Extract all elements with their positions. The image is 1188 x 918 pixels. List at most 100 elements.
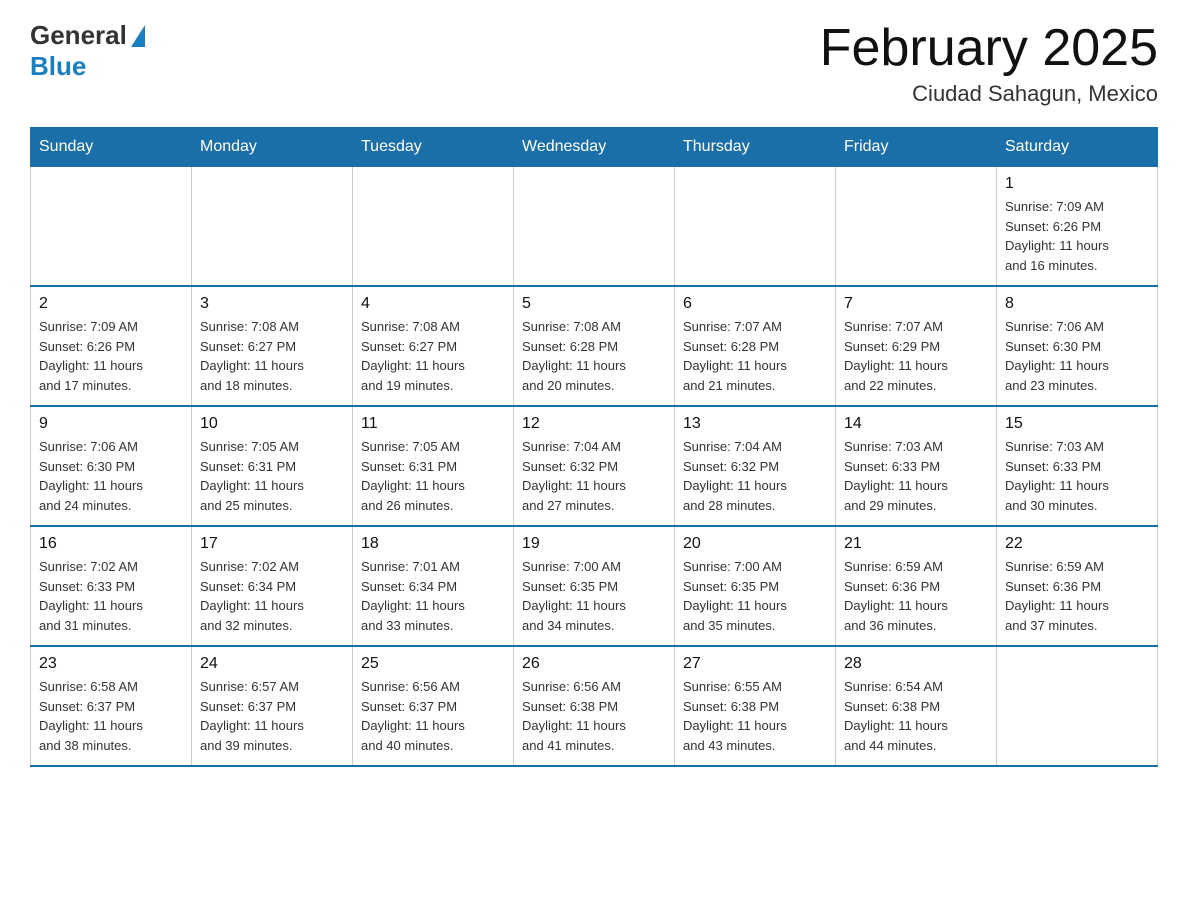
day-info: Sunrise: 7:01 AM Sunset: 6:34 PM Dayligh… xyxy=(361,557,505,635)
day-info: Sunrise: 6:59 AM Sunset: 6:36 PM Dayligh… xyxy=(1005,557,1149,635)
calendar-cell: 11 Sunrise: 7:05 AM Sunset: 6:31 PM Dayli… xyxy=(353,406,514,526)
day-number: 24 xyxy=(200,655,344,673)
day-info: Sunrise: 7:02 AM Sunset: 6:33 PM Dayligh… xyxy=(39,557,183,635)
calendar-cell: 24 Sunrise: 6:57 AM Sunset: 6:37 PM Dayli… xyxy=(192,646,353,766)
calendar-cell: 20 Sunrise: 7:00 AM Sunset: 6:35 PM Dayli… xyxy=(675,526,836,646)
calendar-cell: 13 Sunrise: 7:04 AM Sunset: 6:32 PM Dayli… xyxy=(675,406,836,526)
day-info: Sunrise: 7:03 AM Sunset: 6:33 PM Dayligh… xyxy=(844,437,988,515)
calendar-cell: 1 Sunrise: 7:09 AM Sunset: 6:26 PM Daylig… xyxy=(997,167,1158,287)
day-info: Sunrise: 7:02 AM Sunset: 6:34 PM Dayligh… xyxy=(200,557,344,635)
logo-triangle-icon xyxy=(131,25,145,47)
day-info: Sunrise: 7:00 AM Sunset: 6:35 PM Dayligh… xyxy=(522,557,666,635)
calendar-cell: 4 Sunrise: 7:08 AM Sunset: 6:27 PM Daylig… xyxy=(353,286,514,406)
day-number: 3 xyxy=(200,295,344,313)
calendar-cell: 17 Sunrise: 7:02 AM Sunset: 6:34 PM Dayli… xyxy=(192,526,353,646)
logo-general-text: General xyxy=(30,20,127,51)
calendar-cell: 10 Sunrise: 7:05 AM Sunset: 6:31 PM Dayli… xyxy=(192,406,353,526)
week-row-4: 16 Sunrise: 7:02 AM Sunset: 6:33 PM Dayli… xyxy=(31,526,1158,646)
calendar-header-row: SundayMondayTuesdayWednesdayThursdayFrid… xyxy=(31,128,1158,167)
calendar-cell xyxy=(997,646,1158,766)
title-area: February 2025 Ciudad Sahagun, Mexico xyxy=(820,20,1158,107)
day-info: Sunrise: 6:56 AM Sunset: 6:37 PM Dayligh… xyxy=(361,677,505,755)
day-number: 19 xyxy=(522,535,666,553)
day-info: Sunrise: 7:05 AM Sunset: 6:31 PM Dayligh… xyxy=(361,437,505,515)
calendar-cell: 27 Sunrise: 6:55 AM Sunset: 6:38 PM Dayli… xyxy=(675,646,836,766)
location-subtitle: Ciudad Sahagun, Mexico xyxy=(820,81,1158,107)
calendar-cell xyxy=(31,167,192,287)
day-header-thursday: Thursday xyxy=(675,128,836,167)
day-number: 10 xyxy=(200,415,344,433)
calendar-cell: 21 Sunrise: 6:59 AM Sunset: 6:36 PM Dayli… xyxy=(836,526,997,646)
calendar-cell: 16 Sunrise: 7:02 AM Sunset: 6:33 PM Dayli… xyxy=(31,526,192,646)
day-header-wednesday: Wednesday xyxy=(514,128,675,167)
day-number: 11 xyxy=(361,415,505,433)
calendar-cell: 8 Sunrise: 7:06 AM Sunset: 6:30 PM Daylig… xyxy=(997,286,1158,406)
calendar-cell xyxy=(675,167,836,287)
day-number: 26 xyxy=(522,655,666,673)
day-header-monday: Monday xyxy=(192,128,353,167)
logo-top: General xyxy=(30,20,145,51)
week-row-1: 1 Sunrise: 7:09 AM Sunset: 6:26 PM Daylig… xyxy=(31,167,1158,287)
day-number: 2 xyxy=(39,295,183,313)
week-row-5: 23Sunrise: 6:58 AM Sunset: 6:37 PM Dayli… xyxy=(31,646,1158,766)
calendar-cell: 7Sunrise: 7:07 AM Sunset: 6:29 PM Daylig… xyxy=(836,286,997,406)
day-number: 14 xyxy=(844,415,988,433)
calendar-cell: 6 Sunrise: 7:07 AM Sunset: 6:28 PM Daylig… xyxy=(675,286,836,406)
week-row-2: 2 Sunrise: 7:09 AM Sunset: 6:26 PM Daylig… xyxy=(31,286,1158,406)
day-info: Sunrise: 7:07 AM Sunset: 6:28 PM Dayligh… xyxy=(683,317,827,395)
day-info: Sunrise: 6:57 AM Sunset: 6:37 PM Dayligh… xyxy=(200,677,344,755)
day-info: Sunrise: 7:09 AM Sunset: 6:26 PM Dayligh… xyxy=(39,317,183,395)
month-title: February 2025 xyxy=(820,20,1158,77)
calendar-cell: 9Sunrise: 7:06 AM Sunset: 6:30 PM Daylig… xyxy=(31,406,192,526)
day-number: 9 xyxy=(39,415,183,433)
day-number: 15 xyxy=(1005,415,1149,433)
day-number: 28 xyxy=(844,655,988,673)
calendar-cell: 14 Sunrise: 7:03 AM Sunset: 6:33 PM Dayli… xyxy=(836,406,997,526)
day-info: Sunrise: 7:08 AM Sunset: 6:28 PM Dayligh… xyxy=(522,317,666,395)
day-info: Sunrise: 7:00 AM Sunset: 6:35 PM Dayligh… xyxy=(683,557,827,635)
day-number: 27 xyxy=(683,655,827,673)
day-number: 17 xyxy=(200,535,344,553)
day-info: Sunrise: 6:54 AM Sunset: 6:38 PM Dayligh… xyxy=(844,677,988,755)
day-info: Sunrise: 6:55 AM Sunset: 6:38 PM Dayligh… xyxy=(683,677,827,755)
day-number: 1 xyxy=(1005,175,1149,193)
calendar-cell: 22 Sunrise: 6:59 AM Sunset: 6:36 PM Dayli… xyxy=(997,526,1158,646)
calendar-cell xyxy=(836,167,997,287)
day-number: 6 xyxy=(683,295,827,313)
day-number: 18 xyxy=(361,535,505,553)
calendar-cell xyxy=(192,167,353,287)
day-info: Sunrise: 7:08 AM Sunset: 6:27 PM Dayligh… xyxy=(361,317,505,395)
day-number: 16 xyxy=(39,535,183,553)
calendar-cell: 5 Sunrise: 7:08 AM Sunset: 6:28 PM Daylig… xyxy=(514,286,675,406)
calendar-cell: 3Sunrise: 7:08 AM Sunset: 6:27 PM Daylig… xyxy=(192,286,353,406)
calendar-cell: 19 Sunrise: 7:00 AM Sunset: 6:35 PM Dayli… xyxy=(514,526,675,646)
day-header-tuesday: Tuesday xyxy=(353,128,514,167)
day-number: 21 xyxy=(844,535,988,553)
day-number: 12 xyxy=(522,415,666,433)
day-info: Sunrise: 6:59 AM Sunset: 6:36 PM Dayligh… xyxy=(844,557,988,635)
day-number: 5 xyxy=(522,295,666,313)
week-row-3: 9Sunrise: 7:06 AM Sunset: 6:30 PM Daylig… xyxy=(31,406,1158,526)
day-number: 20 xyxy=(683,535,827,553)
day-info: Sunrise: 7:09 AM Sunset: 6:26 PM Dayligh… xyxy=(1005,197,1149,275)
calendar-cell: 26 Sunrise: 6:56 AM Sunset: 6:38 PM Dayli… xyxy=(514,646,675,766)
day-number: 7 xyxy=(844,295,988,313)
day-info: Sunrise: 7:04 AM Sunset: 6:32 PM Dayligh… xyxy=(522,437,666,515)
day-info: Sunrise: 7:06 AM Sunset: 6:30 PM Dayligh… xyxy=(1005,317,1149,395)
day-info: Sunrise: 7:03 AM Sunset: 6:33 PM Dayligh… xyxy=(1005,437,1149,515)
day-number: 22 xyxy=(1005,535,1149,553)
day-info: Sunrise: 6:56 AM Sunset: 6:38 PM Dayligh… xyxy=(522,677,666,755)
day-info: Sunrise: 6:58 AM Sunset: 6:37 PM Dayligh… xyxy=(39,677,183,755)
day-header-friday: Friday xyxy=(836,128,997,167)
day-header-saturday: Saturday xyxy=(997,128,1158,167)
day-number: 25 xyxy=(361,655,505,673)
day-info: Sunrise: 7:05 AM Sunset: 6:31 PM Dayligh… xyxy=(200,437,344,515)
day-number: 13 xyxy=(683,415,827,433)
calendar-cell: 2 Sunrise: 7:09 AM Sunset: 6:26 PM Daylig… xyxy=(31,286,192,406)
day-number: 4 xyxy=(361,295,505,313)
calendar-cell: 28 Sunrise: 6:54 AM Sunset: 6:38 PM Dayli… xyxy=(836,646,997,766)
day-info: Sunrise: 7:04 AM Sunset: 6:32 PM Dayligh… xyxy=(683,437,827,515)
calendar-cell: 18 Sunrise: 7:01 AM Sunset: 6:34 PM Dayli… xyxy=(353,526,514,646)
day-number: 8 xyxy=(1005,295,1149,313)
calendar-cell: 23Sunrise: 6:58 AM Sunset: 6:37 PM Dayli… xyxy=(31,646,192,766)
